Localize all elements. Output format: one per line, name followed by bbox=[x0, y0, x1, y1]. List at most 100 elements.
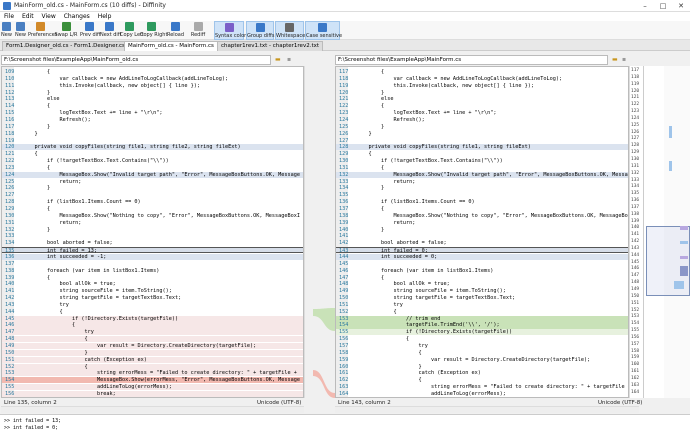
code-line[interactable]: 161 catch (Exception ex) bbox=[336, 370, 628, 376]
minimize-button[interactable]: – bbox=[636, 0, 654, 12]
code-line[interactable]: 145 bbox=[336, 261, 628, 267]
code-line[interactable]: 151 try bbox=[336, 302, 628, 308]
code-line[interactable]: 119 this.Invoke(callback, new object[] {… bbox=[336, 83, 628, 89]
code-line[interactable]: 138 MessageBox.Show("Nothing to copy", "… bbox=[336, 213, 628, 219]
code-line[interactable]: 143 int failed = 0; bbox=[336, 247, 628, 254]
code-line[interactable]: 153 // trim end bbox=[336, 315, 628, 322]
tab-chapter1[interactable]: chapter1rev1.txt - chapter1rev2.txt bbox=[217, 41, 324, 51]
code-line[interactable]: 125 } bbox=[336, 124, 628, 130]
code-line[interactable]: 112 } bbox=[2, 90, 303, 96]
new-button[interactable]: New bbox=[14, 21, 27, 40]
menu-edit[interactable]: Edit bbox=[22, 12, 34, 21]
code-line[interactable]: 136 if (listBox1.Items.Count == 0) bbox=[336, 199, 628, 205]
case-sensitive-button[interactable]: Case sensitive bbox=[305, 21, 342, 40]
code-line[interactable]: 135 bbox=[336, 192, 628, 198]
code-line[interactable]: 146 foreach (var item in listBox1.Items) bbox=[336, 268, 628, 274]
reload-button[interactable]: Reload bbox=[165, 21, 186, 40]
left-code-pane[interactable]: 109 {110 var callback = new AddLineToLog… bbox=[1, 66, 304, 398]
code-line[interactable]: 157 try bbox=[336, 343, 628, 349]
right-folder-icon[interactable]: ▬ bbox=[612, 56, 618, 63]
left-save-icon[interactable]: ▪ bbox=[287, 56, 291, 63]
code-line[interactable]: 122 if (!targetTextBox.Text.Contains("\\… bbox=[2, 158, 303, 164]
copy-left-button[interactable]: Copy Left bbox=[120, 21, 144, 40]
right-horizontal-scrollbar[interactable] bbox=[335, 406, 639, 413]
code-line[interactable]: 153 string errorMess = "Failed to create… bbox=[2, 370, 303, 377]
code-line[interactable]: 131 { bbox=[336, 165, 628, 171]
code-line[interactable]: 132 } bbox=[2, 227, 303, 233]
code-line[interactable]: 126 } bbox=[2, 185, 303, 191]
left-vertical-scrollbar[interactable] bbox=[304, 66, 313, 398]
left-horizontal-scrollbar[interactable] bbox=[1, 406, 304, 413]
code-line[interactable]: 133 return; bbox=[336, 179, 628, 185]
code-line[interactable]: 111 this.Invoke(callback, new object[] {… bbox=[2, 83, 303, 89]
code-line[interactable]: 115 logTextBox.Text += line + "\r\n"; bbox=[2, 110, 303, 116]
code-line[interactable]: 142 bool aborted = false; bbox=[336, 240, 628, 246]
code-line[interactable]: 139 { bbox=[2, 275, 303, 281]
code-line[interactable]: 120 private void copyFiles(string file1,… bbox=[2, 144, 303, 151]
code-line[interactable]: 147 { bbox=[336, 275, 628, 281]
code-line[interactable]: 139 return; bbox=[336, 220, 628, 226]
code-line[interactable]: 125 return; bbox=[2, 179, 303, 185]
code-line[interactable]: 140 } bbox=[336, 227, 628, 233]
code-line[interactable]: 141 string sourceFile = item.ToString(); bbox=[2, 288, 303, 294]
code-line[interactable]: 158 { bbox=[336, 350, 628, 356]
code-line[interactable]: 154 targetFile.TrimEnd('\\', '/'); bbox=[336, 322, 628, 329]
code-line[interactable]: 126 } bbox=[336, 131, 628, 137]
code-line[interactable]: 123 { bbox=[2, 165, 303, 171]
code-line[interactable]: 129 { bbox=[2, 206, 303, 212]
syntax-colors-button[interactable]: Syntax colors bbox=[214, 21, 249, 40]
code-line[interactable]: 144 { bbox=[2, 309, 303, 315]
code-line[interactable]: 121 else bbox=[336, 96, 628, 102]
left-path-field[interactable]: F:\Screenshot files\ExampleApp\MainForm_… bbox=[1, 55, 271, 65]
menu-view[interactable]: View bbox=[42, 12, 56, 21]
preferences-button[interactable]: Preferences bbox=[28, 21, 57, 40]
code-line[interactable]: 119 bbox=[2, 138, 303, 144]
code-line[interactable]: 160 } bbox=[336, 364, 628, 370]
code-line[interactable]: 149 string sourceFile = item.ToString(); bbox=[336, 288, 628, 294]
code-line[interactable]: 124 MessageBox.Show("Invalid target path… bbox=[2, 171, 303, 178]
tab-form1-designer[interactable]: Form1.Designer_old.cs - Form1.Designer.c… bbox=[2, 41, 129, 51]
code-line[interactable]: 129 { bbox=[336, 151, 628, 157]
code-line[interactable]: 134 bool aborted = false; bbox=[2, 240, 303, 246]
right-path-field[interactable]: F:\Screenshot files\ExampleApp\MainForm.… bbox=[335, 55, 608, 65]
code-line[interactable]: 114 { bbox=[2, 103, 303, 109]
code-line[interactable]: 117 { bbox=[336, 69, 628, 75]
code-line[interactable]: 147 try bbox=[2, 329, 303, 336]
prev-diff-button[interactable]: Prev diff bbox=[80, 21, 101, 40]
code-line[interactable]: 152 { bbox=[336, 309, 628, 315]
tab-mainform[interactable]: MainForm_old.cs - MainForm.cs bbox=[124, 41, 218, 51]
code-line[interactable]: 130 if (!targetTextBox.Text.Contains("\\… bbox=[336, 158, 628, 164]
code-line[interactable]: 144 int succeeded = 0; bbox=[336, 253, 628, 261]
swap-l-r-button[interactable]: Swap L/R bbox=[54, 21, 78, 40]
code-line[interactable]: 155 addLineToLog(errorMess); bbox=[2, 384, 303, 391]
code-line[interactable]: 120 } bbox=[336, 90, 628, 96]
code-line[interactable]: 156 { bbox=[336, 336, 628, 342]
new-button[interactable]: New bbox=[0, 21, 13, 40]
menu-file[interactable]: File bbox=[4, 12, 14, 21]
code-line[interactable]: 164 addLineToLog(errorMess); bbox=[336, 391, 628, 397]
code-line[interactable]: 124 Refresh(); bbox=[336, 117, 628, 123]
code-line[interactable]: 138 foreach (var item in listBox1.Items) bbox=[2, 268, 303, 274]
menu-help[interactable]: Help bbox=[98, 12, 112, 21]
code-line[interactable]: 117 } bbox=[2, 124, 303, 130]
code-line[interactable]: 122 { bbox=[336, 103, 628, 109]
diff-overview-map[interactable] bbox=[643, 66, 690, 398]
code-line[interactable]: 155 if (!Directory.Exists(targetFile)) bbox=[336, 329, 628, 336]
code-line[interactable]: 143 try bbox=[2, 302, 303, 308]
code-line[interactable]: 110 var callback = new AddLineToLogCallb… bbox=[2, 76, 303, 82]
code-line[interactable]: 128 if (listBox1.Items.Count == 0) bbox=[2, 199, 303, 205]
code-line[interactable]: 154 MessageBox.Show(errorMess, "Error", … bbox=[2, 377, 303, 384]
code-line[interactable]: 150 string targetFile = targetTextBox.Te… bbox=[336, 295, 628, 301]
menu-changes[interactable]: Changes bbox=[64, 12, 90, 21]
code-line[interactable]: 130 MessageBox.Show("Nothing to copy", "… bbox=[2, 213, 303, 219]
right-save-icon[interactable]: ▪ bbox=[622, 56, 626, 63]
code-line[interactable]: 156 break; bbox=[2, 390, 303, 397]
code-line[interactable]: 121 { bbox=[2, 151, 303, 157]
code-line[interactable]: 118 } bbox=[2, 131, 303, 137]
code-line[interactable]: 163 string errorMess = "Failed to create… bbox=[336, 384, 628, 390]
next-diff-button[interactable]: Next diff bbox=[100, 21, 121, 40]
code-line[interactable]: 140 bool allOk = true; bbox=[2, 281, 303, 287]
code-line[interactable]: 109 { bbox=[2, 69, 303, 75]
code-line[interactable]: 118 var callback = new AddLineToLogCallb… bbox=[336, 76, 628, 82]
code-line[interactable]: 127 bbox=[336, 138, 628, 144]
